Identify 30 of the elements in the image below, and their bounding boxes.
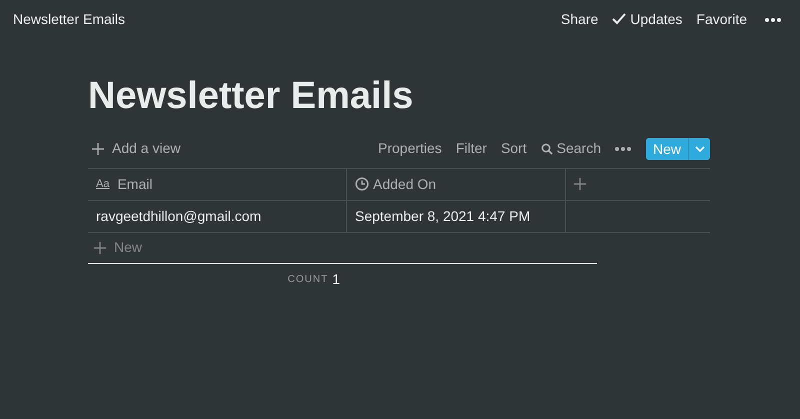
dropdown-button[interactable] (688, 138, 710, 160)
check-icon (612, 13, 626, 25)
column-label: Added On (373, 174, 436, 194)
column-header[interactable]: Added On (347, 168, 566, 201)
search-icon (540, 142, 553, 155)
count-value: 1 (332, 270, 340, 290)
plus-icon (94, 242, 106, 254)
updates-button[interactable]: Updates (605, 6, 690, 32)
column-label: Email (117, 174, 152, 194)
toolbar-button[interactable]: Properties (371, 136, 449, 162)
topbar-button[interactable]: Favorite (689, 6, 754, 32)
new-row-button[interactable]: New (88, 232, 597, 264)
text-type-icon: Aa (96, 176, 110, 192)
clock-icon (355, 177, 369, 192)
chevron-icon (694, 146, 704, 152)
page-title: Newsletter Emails (13, 10, 126, 28)
column-header[interactable]: Aa Email (88, 168, 347, 201)
plus-icon (574, 178, 586, 190)
count-label: COUNT (288, 273, 328, 288)
more-icon (614, 147, 631, 152)
plus-icon (92, 142, 104, 155)
page-heading: Newsletter Emails (88, 74, 414, 119)
topbar-button[interactable]: Share (554, 6, 606, 32)
toolbar-button[interactable]: Filter (448, 136, 494, 162)
add-view-button[interactable]: Add a view (88, 136, 188, 162)
more-icon (765, 18, 781, 22)
table-cell: ravgeetdhillon@gmail.com (88, 200, 347, 233)
search-button[interactable]: Search (534, 136, 608, 162)
toolbar-button[interactable]: Sort (494, 136, 534, 162)
table-cell: September 8, 2021 4:47 PM (347, 200, 566, 233)
